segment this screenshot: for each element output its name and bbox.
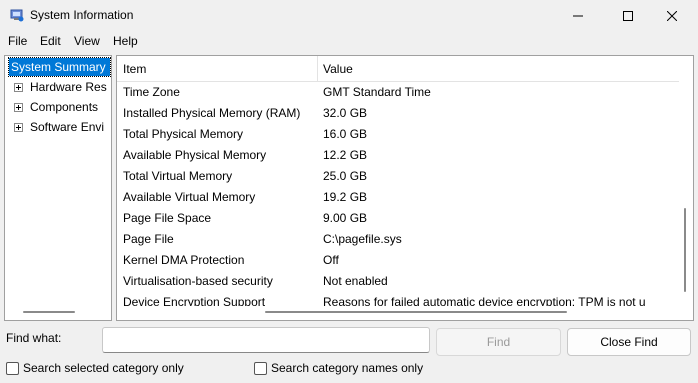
- search-selected-category-option[interactable]: Search selected category only: [6, 360, 184, 376]
- table-row[interactable]: Total Physical Memory 16.0 GB: [117, 124, 679, 145]
- find-button[interactable]: Find: [436, 328, 561, 356]
- cell-value: 32.0 GB: [323, 106, 368, 120]
- cell-item: Available Physical Memory: [123, 148, 267, 162]
- cell-value: Not enabled: [323, 274, 388, 288]
- system-information-icon: [10, 8, 24, 22]
- list-rows: Time Zone GMT Standard Time Installed Phy…: [117, 82, 679, 306]
- scrollbar-thumb[interactable]: [684, 208, 686, 292]
- table-row[interactable]: Installed Physical Memory (RAM) 32.0 GB: [117, 103, 679, 124]
- cell-item: Available Virtual Memory: [123, 190, 256, 204]
- scrollbar-thumb[interactable]: [265, 311, 567, 313]
- menu-edit[interactable]: Edit: [40, 34, 61, 48]
- tree-item-software-environment[interactable]: Software Envi: [30, 118, 104, 136]
- table-row[interactable]: Total Virtual Memory 25.0 GB: [117, 166, 679, 187]
- find-input[interactable]: [102, 327, 430, 353]
- table-row[interactable]: Page File Space 9.00 GB: [117, 208, 679, 229]
- cell-value: Off: [323, 253, 339, 267]
- cell-item: Time Zone: [123, 85, 180, 99]
- cell-item: Page File Space: [123, 211, 212, 225]
- column-header-value[interactable]: Value: [323, 62, 353, 76]
- column-divider[interactable]: [317, 56, 318, 82]
- expand-icon[interactable]: [14, 123, 23, 132]
- menu-file[interactable]: File: [8, 34, 27, 48]
- cell-value: 9.00 GB: [323, 211, 368, 225]
- expand-icon[interactable]: [14, 83, 23, 92]
- maximize-button[interactable]: [609, 0, 647, 31]
- tree-item-components[interactable]: Components: [30, 98, 98, 116]
- cell-item: Installed Physical Memory (RAM): [123, 106, 301, 120]
- list-header: Item Value: [117, 56, 679, 82]
- list-vertical-scrollbar[interactable]: [677, 56, 693, 306]
- table-row[interactable]: Page File C:\pagefile.sys: [117, 229, 679, 250]
- menu-help[interactable]: Help: [113, 34, 138, 48]
- table-row[interactable]: Available Physical Memory 12.2 GB: [117, 145, 679, 166]
- title-bar: System Information: [0, 0, 698, 31]
- cell-value: 19.2 GB: [323, 190, 368, 204]
- table-row[interactable]: Virtualisation-based security Not enabled: [117, 271, 679, 292]
- window-title: System Information: [30, 8, 134, 22]
- cell-value: 12.2 GB: [323, 148, 368, 162]
- cell-item: Virtualisation-based security: [123, 274, 273, 288]
- list-horizontal-scrollbar[interactable]: [117, 304, 679, 320]
- cell-value: 25.0 GB: [323, 169, 368, 183]
- minimize-button[interactable]: [559, 0, 597, 31]
- table-row[interactable]: Time Zone GMT Standard Time: [117, 82, 679, 103]
- category-tree[interactable]: System Summary Hardware Res Components S…: [4, 55, 112, 321]
- tree-horizontal-scrollbar[interactable]: [5, 303, 111, 320]
- search-selected-label: Search selected category only: [23, 361, 184, 375]
- expand-icon[interactable]: [14, 103, 23, 112]
- tree-item-hardware-resources[interactable]: Hardware Res: [30, 78, 107, 96]
- cell-item: Kernel DMA Protection: [123, 253, 245, 267]
- menu-view[interactable]: View: [74, 34, 100, 48]
- cell-item: Page File: [123, 232, 174, 246]
- search-names-checkbox[interactable]: [254, 361, 267, 375]
- table-row[interactable]: Available Virtual Memory 19.2 GB: [117, 187, 679, 208]
- cell-value: GMT Standard Time: [323, 85, 431, 99]
- search-selected-checkbox[interactable]: [6, 361, 19, 375]
- cell-item: Total Virtual Memory: [123, 169, 233, 183]
- cell-value: C:\pagefile.sys: [323, 232, 402, 246]
- tree-item-system-summary[interactable]: System Summary: [8, 57, 111, 77]
- search-category-names-option[interactable]: Search category names only: [254, 360, 423, 376]
- search-names-label: Search category names only: [271, 361, 424, 375]
- details-list[interactable]: Item Value Time Zone GMT Standard Time In…: [116, 55, 694, 321]
- find-what-label: Find what:: [6, 331, 62, 345]
- column-header-item[interactable]: Item: [123, 62, 146, 76]
- close-button[interactable]: [653, 0, 691, 31]
- cell-item: Total Physical Memory: [123, 127, 244, 141]
- scrollbar-thumb[interactable]: [23, 311, 75, 313]
- menu-bar: File Edit View Help: [0, 31, 698, 51]
- cell-value: 16.0 GB: [323, 127, 368, 141]
- close-find-button[interactable]: Close Find: [567, 328, 691, 356]
- table-row[interactable]: Kernel DMA Protection Off: [117, 250, 679, 271]
